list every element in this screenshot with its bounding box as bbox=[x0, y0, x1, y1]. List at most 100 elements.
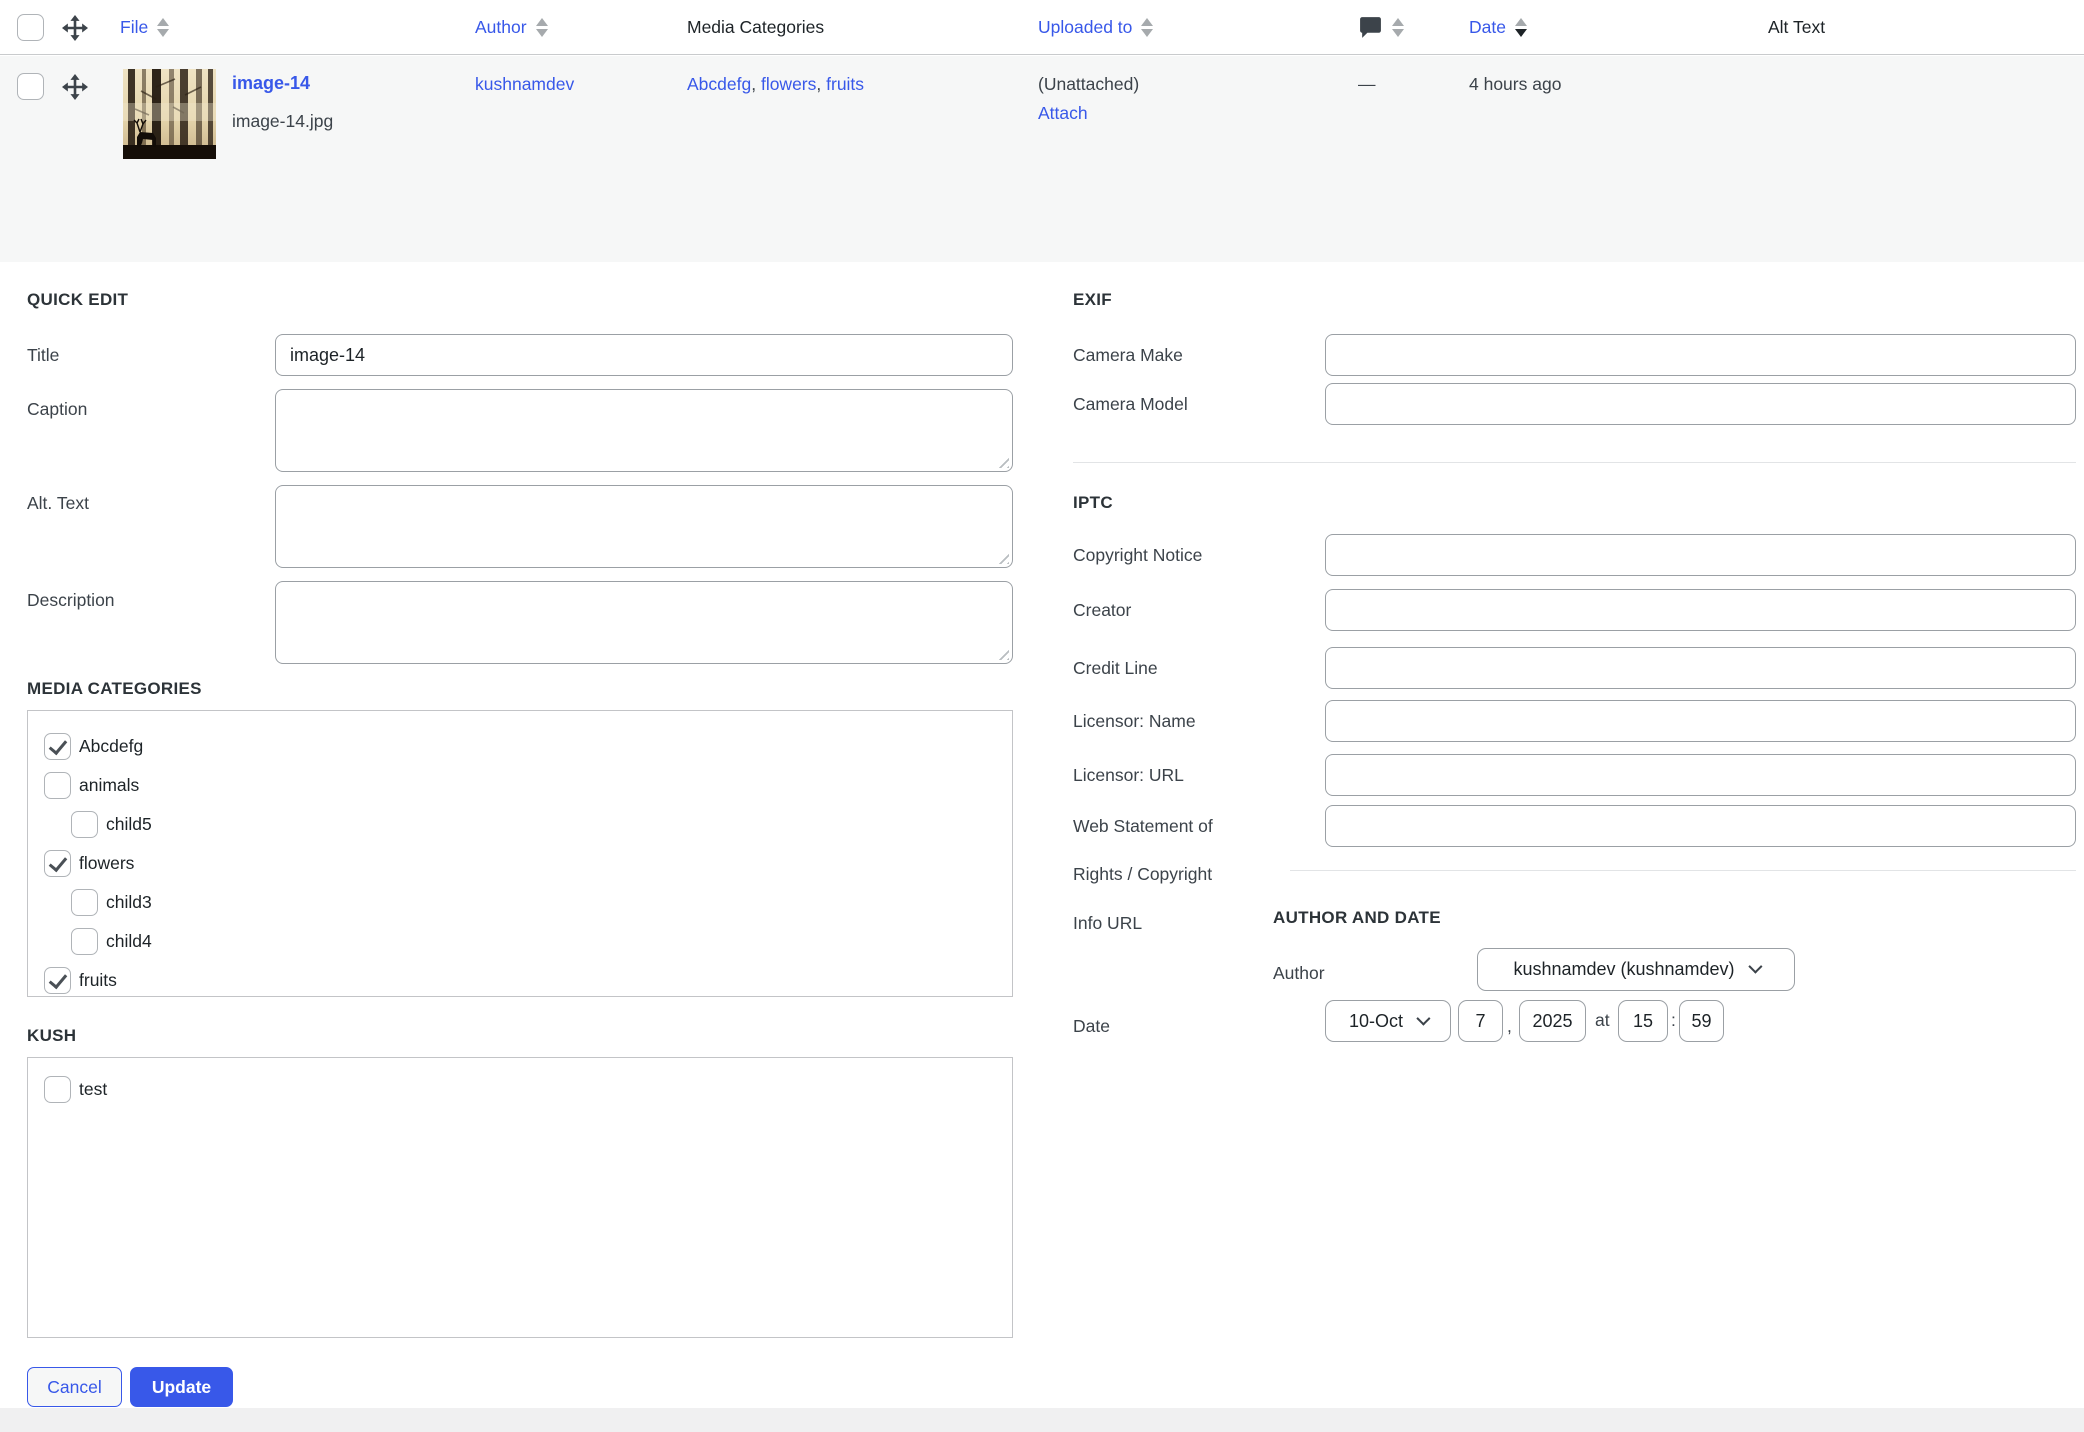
section-divider bbox=[1073, 462, 2076, 463]
date-label: Date bbox=[1073, 1016, 1110, 1037]
sort-arrows-icon bbox=[1392, 18, 1404, 37]
camera-model-label: Camera Model bbox=[1073, 394, 1188, 415]
category-link[interactable]: fruits bbox=[826, 74, 864, 94]
quick-edit-heading: QUICK EDIT bbox=[27, 290, 128, 310]
column-header-file[interactable]: File bbox=[120, 0, 169, 55]
media-thumbnail-forest-deer[interactable] bbox=[123, 69, 216, 159]
web-statement-input[interactable] bbox=[1325, 805, 2076, 847]
author-select[interactable]: kushnamdev (kushnamdev) bbox=[1477, 948, 1795, 991]
kush-heading: KUSH bbox=[27, 1026, 76, 1046]
caption-textarea[interactable] bbox=[275, 389, 1013, 472]
row-author-link[interactable]: kushnamdev bbox=[475, 74, 574, 95]
date-comma: , bbox=[1507, 1016, 1512, 1037]
checkbox[interactable] bbox=[44, 733, 71, 760]
media-categories-heading: MEDIA CATEGORIES bbox=[27, 679, 202, 699]
media-categories-box: Abcdefg animals child5 flowers child3 ch… bbox=[27, 710, 1013, 997]
author-and-date-heading: AUTHOR AND DATE bbox=[1273, 908, 1441, 928]
category-item-child5[interactable]: child5 bbox=[71, 805, 996, 844]
section-divider bbox=[1290, 870, 2076, 871]
credit-line-input[interactable] bbox=[1325, 647, 2076, 689]
category-item-abcdefg[interactable]: Abcdefg bbox=[44, 727, 996, 766]
category-item-fruits[interactable]: fruits bbox=[44, 961, 996, 1000]
camera-model-input[interactable] bbox=[1325, 383, 2076, 425]
description-label: Description bbox=[27, 590, 115, 611]
media-title-link[interactable]: image-14 bbox=[232, 73, 310, 94]
alt-text-textarea[interactable] bbox=[275, 485, 1013, 568]
checkbox[interactable] bbox=[71, 928, 98, 955]
bottom-strip bbox=[0, 1408, 2084, 1432]
credit-line-label: Credit Line bbox=[1073, 658, 1158, 679]
month-select[interactable]: 10-Oct bbox=[1325, 1000, 1451, 1042]
sort-arrows-icon bbox=[1141, 18, 1153, 37]
creator-label: Creator bbox=[1073, 600, 1131, 621]
column-header-author[interactable]: Author bbox=[475, 0, 548, 55]
column-header-date[interactable]: Date bbox=[1469, 0, 1527, 55]
chevron-down-icon bbox=[1416, 1011, 1430, 1025]
select-all-checkbox[interactable] bbox=[17, 14, 44, 41]
media-library-quick-edit-screen: File Author Media Categories Uploaded to… bbox=[0, 0, 2084, 1432]
copyright-notice-label: Copyright Notice bbox=[1073, 545, 1202, 566]
licensor-url-input[interactable] bbox=[1325, 754, 2076, 796]
chevron-down-icon bbox=[1748, 960, 1762, 974]
hour-input[interactable] bbox=[1618, 1000, 1668, 1042]
caption-label: Caption bbox=[27, 399, 87, 420]
update-button[interactable]: Update bbox=[130, 1367, 233, 1407]
camera-make-input[interactable] bbox=[1325, 334, 2076, 376]
licensor-name-input[interactable] bbox=[1325, 700, 2076, 742]
comments-count: — bbox=[1358, 74, 1376, 95]
author-label: Author bbox=[1273, 963, 1325, 984]
time-colon: : bbox=[1671, 1010, 1676, 1031]
media-row: image-14 image-14.jpg kushnamdev Abcdefg… bbox=[0, 56, 2084, 262]
column-header-alt-text: Alt Text bbox=[1768, 0, 1825, 55]
category-item-child4[interactable]: child4 bbox=[71, 922, 996, 961]
creator-input[interactable] bbox=[1325, 589, 2076, 631]
attach-link[interactable]: Attach bbox=[1038, 103, 1088, 124]
year-input[interactable] bbox=[1519, 1000, 1586, 1042]
licensor-url-label: Licensor: URL bbox=[1073, 765, 1184, 786]
media-filename: image-14.jpg bbox=[232, 111, 333, 132]
row-select-checkbox[interactable] bbox=[17, 73, 44, 100]
minute-input[interactable] bbox=[1679, 1000, 1724, 1042]
checkbox[interactable] bbox=[44, 1076, 71, 1103]
category-item-animals[interactable]: animals bbox=[44, 766, 996, 805]
title-input[interactable] bbox=[275, 334, 1013, 376]
checkbox[interactable] bbox=[71, 811, 98, 838]
column-header-comments[interactable] bbox=[1358, 0, 1404, 55]
title-label: Title bbox=[27, 345, 59, 366]
sort-arrows-icon bbox=[536, 18, 548, 37]
category-item-flowers[interactable]: flowers bbox=[44, 844, 996, 883]
sort-arrows-icon-descending bbox=[1515, 18, 1527, 37]
category-link[interactable]: Abcdefg bbox=[687, 74, 751, 94]
web-statement-label-line3: Info URL bbox=[1073, 913, 1142, 934]
column-header-uploaded-to[interactable]: Uploaded to bbox=[1038, 0, 1153, 55]
row-categories: Abcdefg, flowers, fruits bbox=[687, 74, 864, 95]
copyright-notice-input[interactable] bbox=[1325, 534, 2076, 576]
alt-text-label: Alt. Text bbox=[27, 493, 89, 514]
kush-item-test[interactable]: test bbox=[44, 1070, 996, 1109]
upload-date: 4 hours ago bbox=[1469, 74, 1561, 95]
kush-box: test bbox=[27, 1057, 1013, 1338]
comment-bubble-icon bbox=[1358, 15, 1383, 40]
camera-make-label: Camera Make bbox=[1073, 345, 1183, 366]
checkbox[interactable] bbox=[44, 850, 71, 877]
licensor-name-label: Licensor: Name bbox=[1073, 711, 1196, 732]
date-at-label: at bbox=[1595, 1010, 1610, 1031]
description-textarea[interactable] bbox=[275, 581, 1013, 664]
category-link[interactable]: flowers bbox=[761, 74, 816, 94]
checkbox[interactable] bbox=[44, 772, 71, 799]
table-header: File Author Media Categories Uploaded to… bbox=[0, 0, 2084, 55]
move-handle-icon[interactable] bbox=[62, 15, 88, 46]
day-input[interactable] bbox=[1458, 1000, 1503, 1042]
sort-arrows-icon bbox=[157, 18, 169, 37]
cancel-button[interactable]: Cancel bbox=[27, 1367, 122, 1407]
exif-heading: EXIF bbox=[1073, 290, 1112, 310]
category-item-child3[interactable]: child3 bbox=[71, 883, 996, 922]
column-header-media-categories: Media Categories bbox=[687, 0, 824, 55]
checkbox[interactable] bbox=[44, 967, 71, 994]
iptc-heading: IPTC bbox=[1073, 493, 1113, 513]
row-move-handle-icon[interactable] bbox=[62, 74, 88, 105]
uploaded-to-value: (Unattached) bbox=[1038, 74, 1139, 95]
web-statement-label-line1: Web Statement of bbox=[1073, 816, 1213, 837]
web-statement-label-line2: Rights / Copyright bbox=[1073, 864, 1212, 885]
checkbox[interactable] bbox=[71, 889, 98, 916]
